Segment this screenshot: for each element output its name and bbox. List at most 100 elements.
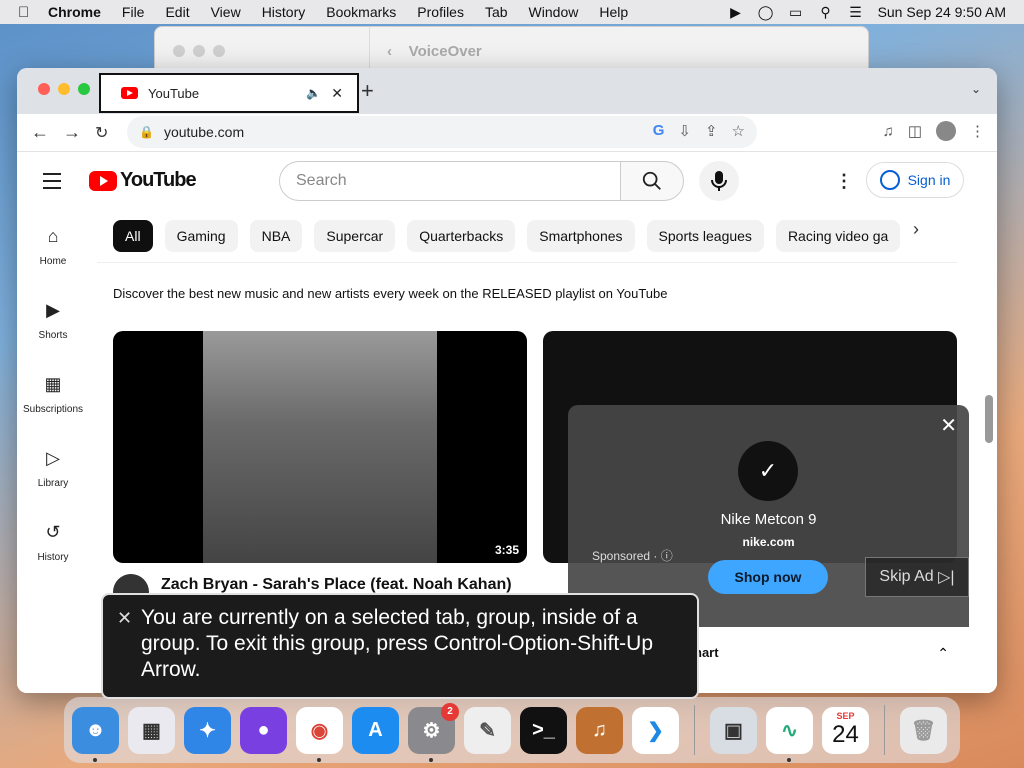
tab-strip: YouTube 🔈 ✕ + ⌄ — [17, 68, 997, 114]
share-icon[interactable]: ⇪ — [705, 122, 718, 140]
chip-smartphones[interactable]: Smartphones — [527, 219, 635, 252]
chip-bar: All Gaming NBA Supercar Quarterbacks Sma… — [97, 209, 957, 263]
scrollbar[interactable] — [985, 395, 993, 443]
calendar-icon[interactable]: SEP 24 — [822, 706, 869, 754]
tab-search-chevron-icon[interactable]: ⌄ — [971, 82, 981, 96]
side-panel-icon[interactable]: ◫ — [908, 122, 922, 140]
masthead: YouTube Search ⋮ Sign in — [17, 153, 997, 209]
menu-history[interactable]: History — [262, 4, 306, 20]
hamburger-menu-icon[interactable] — [43, 173, 61, 194]
playlist-description: Discover the best new music and new arti… — [113, 286, 668, 301]
chip-supercar[interactable]: Supercar — [314, 219, 396, 252]
control-center-icon[interactable]: ☰ — [848, 4, 864, 20]
menu-bookmarks[interactable]: Bookmarks — [326, 4, 396, 20]
nav-library[interactable]: ▷ Library — [17, 431, 89, 505]
trash-icon[interactable]: 🗑 — [900, 706, 947, 754]
voiceover-title: ‹ VoiceOver — [387, 43, 482, 60]
menu-window[interactable]: Window — [529, 4, 579, 20]
vscode-icon[interactable]: ❯ — [632, 706, 679, 754]
app-store-icon[interactable]: A — [352, 706, 399, 754]
bookmark-star-icon[interactable]: ☆ — [732, 122, 745, 140]
nav-home[interactable]: ⌂ Home — [17, 209, 89, 283]
microphone-icon — [711, 171, 727, 191]
accessibility-icon[interactable]: ◯ — [758, 4, 774, 20]
preview-icon[interactable]: ▣ — [710, 706, 757, 754]
address-bar[interactable]: 🔒 youtube.com G ⇩ ⇪ ☆ — [127, 116, 757, 148]
speaker-icon[interactable]: 🔈 — [306, 86, 321, 100]
minimize-window-button[interactable] — [58, 83, 70, 95]
firefox-icon[interactable]: ● — [240, 706, 287, 754]
menu-app-name[interactable]: Chrome — [48, 4, 101, 20]
menu-clock[interactable]: Sun Sep 24 9:50 AM — [878, 4, 1006, 20]
spotlight-search-icon[interactable]: ⚲ — [818, 4, 834, 20]
freeform-icon[interactable]: ∿ — [766, 706, 813, 762]
media-control-icon[interactable]: ♫ — [883, 123, 894, 140]
chip-all[interactable]: All — [113, 219, 153, 252]
voiceover-caption-panel: ✕ You are currently on a selected tab, g… — [101, 593, 699, 699]
garageband-icon[interactable]: ♫ — [576, 706, 623, 754]
nav-subscriptions[interactable]: ▦ Subscriptions — [17, 357, 89, 431]
menu-help[interactable]: Help — [599, 4, 628, 20]
google-lens-icon[interactable]: G — [653, 122, 665, 140]
sign-in-button[interactable]: Sign in — [866, 162, 964, 198]
search-button[interactable] — [620, 161, 684, 201]
play-status-icon[interactable]: ▶ — [728, 4, 744, 20]
nav-history[interactable]: ↺ History — [17, 505, 89, 579]
sponsored-label[interactable]: Sponsored · ⓘ — [592, 547, 673, 564]
video-title[interactable]: Zach Bryan - Sarah's Place (feat. Noah K… — [161, 576, 512, 594]
guide-nav: ⌂ Home ▶ Shorts ▦ Subscriptions ▷ Library ↺ H… — [17, 209, 89, 579]
textedit-icon[interactable]: ✎ — [464, 706, 511, 754]
close-tab-icon[interactable]: ✕ — [331, 85, 343, 102]
menu-file[interactable]: File — [122, 4, 145, 20]
search-input[interactable]: Search — [279, 161, 621, 201]
launchpad-icon[interactable]: ▦ — [128, 706, 175, 754]
menu-tab[interactable]: Tab — [485, 4, 508, 20]
settings-badge: 2 — [441, 702, 459, 721]
chrome-menu-icon[interactable]: ⋮ — [970, 122, 985, 140]
close-caption-icon[interactable]: ✕ — [117, 605, 132, 631]
zoom-window-button[interactable] — [78, 83, 90, 95]
chip-racing-video-games[interactable]: Racing video ga — [775, 219, 901, 252]
close-window-button[interactable] — [38, 83, 50, 95]
finder-icon[interactable]: ☻ — [72, 706, 119, 762]
menu-view[interactable]: View — [211, 4, 241, 20]
ad-product-name[interactable]: Nike Metcon 9 — [568, 511, 969, 528]
subscriptions-icon: ▦ — [44, 373, 62, 394]
settings-kebab-icon[interactable]: ⋮ — [835, 171, 853, 192]
nike-logo-icon[interactable]: ✓ — [738, 441, 798, 501]
install-icon[interactable]: ⇩ — [678, 122, 691, 140]
nav-shorts[interactable]: ▶ Shorts — [17, 283, 89, 357]
safari-icon[interactable]: ✦ — [184, 706, 231, 754]
window-controls — [173, 45, 225, 57]
chevron-right-icon[interactable]: › — [913, 219, 919, 240]
shop-now-button[interactable]: Shop now — [708, 560, 828, 594]
video-thumbnail[interactable]: 3:35 — [113, 331, 527, 563]
user-icon — [879, 170, 900, 190]
forward-arrow-icon[interactable]: → — [63, 122, 81, 143]
apple-icon[interactable]:  — [18, 4, 36, 21]
youtube-logo[interactable]: YouTube — [89, 169, 197, 192]
chrome-icon[interactable]: ◉ — [296, 706, 343, 762]
lock-icon[interactable]: 🔒 — [139, 125, 154, 139]
profile-avatar-icon[interactable] — [936, 121, 956, 141]
voice-search-button[interactable] — [699, 161, 739, 201]
chip-sports-leagues[interactable]: Sports leagues — [646, 219, 764, 252]
tab-youtube[interactable]: YouTube 🔈 ✕ — [99, 73, 359, 113]
new-tab-button[interactable]: + — [361, 78, 374, 104]
chip-gaming[interactable]: Gaming — [164, 219, 238, 252]
close-ad-icon[interactable]: ✕ — [940, 413, 957, 438]
chip-quarterbacks[interactable]: Quarterbacks — [407, 219, 516, 252]
url-text[interactable]: youtube.com — [164, 124, 244, 140]
youtube-play-icon — [89, 170, 117, 191]
terminal-icon[interactable]: >_ — [520, 706, 567, 754]
chevron-up-icon[interactable]: ⌃ — [937, 645, 949, 662]
shorts-icon: ▶ — [46, 299, 60, 320]
reload-icon[interactable]: ↻ — [95, 123, 108, 143]
system-settings-icon[interactable]: ⚙ 2 — [408, 702, 459, 762]
chip-nba[interactable]: NBA — [249, 219, 303, 252]
screen-mirror-icon[interactable]: ▭ — [788, 4, 804, 20]
menu-edit[interactable]: Edit — [165, 4, 189, 20]
skip-ad-button[interactable]: Skip Ad ▷| — [865, 557, 969, 597]
menu-profiles[interactable]: Profiles — [417, 4, 464, 20]
back-arrow-icon[interactable]: ← — [31, 122, 49, 143]
